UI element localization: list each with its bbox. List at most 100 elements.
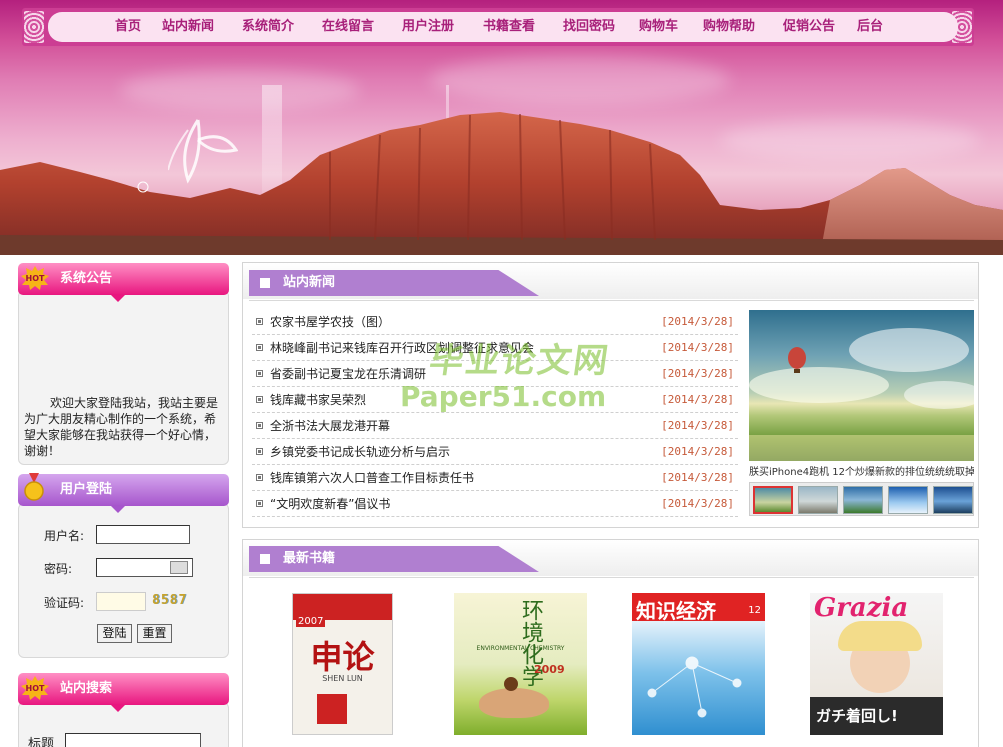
login-title: 用户登陆: [60, 482, 113, 497]
news-item[interactable]: 省委副书记夏宝龙在乐清调研 [2014/3/28]: [252, 361, 738, 387]
login-header: 用户登陆: [18, 473, 229, 513]
cover-headline: ガチ着回し!: [816, 707, 898, 725]
book-cover[interactable]: Grazia ガチ着回し!: [810, 593, 943, 735]
search-input[interactable]: [65, 733, 201, 747]
bullet-icon: [256, 448, 263, 455]
cover-title: 知识经济: [636, 599, 716, 623]
username-label: 用户名:: [44, 529, 85, 543]
book-cover[interactable]: 环境化学 ENVIRONMENTAL CHEMISTRY 2009: [454, 593, 587, 735]
header-pointer: [110, 505, 126, 513]
svg-text:HOT: HOT: [26, 684, 45, 693]
search-title: 站内搜索: [60, 681, 113, 696]
cover-year: 2009: [534, 663, 565, 676]
news-item[interactable]: 全浙书法大展龙港开幕 [2014/3/28]: [252, 413, 738, 439]
cover-title: 申论: [310, 638, 375, 676]
reset-button[interactable]: 重置: [137, 624, 172, 643]
news-item-title[interactable]: 全浙书法大展龙港开幕: [270, 413, 390, 439]
bullet-icon: [256, 396, 263, 403]
header-banner: 首页 站内新闻 系统简介 在线留言 用户注册 书籍查看 找回密码 购物车 购物帮…: [0, 0, 1003, 255]
news-item-title[interactable]: 钱库藏书家吴荣烈: [270, 387, 366, 413]
balloon-landscape-image: [749, 328, 974, 461]
news-title: 站内新闻: [283, 275, 336, 290]
medal-icon: [24, 473, 44, 501]
books-title: 最新书籍: [283, 551, 336, 566]
cover-title: Grazia: [814, 593, 909, 623]
nav-about[interactable]: 系统简介: [242, 12, 294, 42]
news-item[interactable]: 乡镇党委书记成长轨迹分析与启示 [2014/3/28]: [252, 439, 738, 465]
news-item[interactable]: 钱库藏书家吴荣烈 [2014/3/28]: [252, 387, 738, 413]
books-header: 最新书籍: [249, 546, 539, 572]
nav-promotions[interactable]: 促销公告: [783, 12, 835, 42]
news-item-title[interactable]: 省委副书记夏宝龙在乐清调研: [270, 361, 426, 387]
captcha-image[interactable]: 8587: [152, 593, 187, 608]
nav-news[interactable]: 站内新闻: [162, 12, 214, 42]
header-pointer: [110, 704, 126, 712]
news-item-date: [2014/3/28]: [661, 419, 734, 432]
news-item[interactable]: 农家书屋学农技（图） [2014/3/28]: [252, 309, 738, 335]
news-item-date: [2014/3/28]: [661, 341, 734, 354]
captcha-input[interactable]: [96, 592, 146, 611]
bullet-icon: [256, 500, 263, 507]
news-item[interactable]: 林晓峰副书记来钱库召开行政区划调整征求意见会 [2014/3/28]: [252, 335, 738, 361]
header-pointer: [110, 294, 126, 302]
news-item-title[interactable]: 农家书屋学农技（图）: [270, 309, 390, 335]
notice-header: HOT 系统公告: [18, 263, 229, 302]
news-item-date: [2014/3/28]: [661, 367, 734, 380]
news-item-date: [2014/3/28]: [661, 315, 734, 328]
square-bullet-icon: [260, 278, 270, 288]
cover-hands: [479, 688, 549, 718]
divider: [249, 300, 974, 301]
slideshow-caption[interactable]: 朕买iPhone4跑机 12个炒爆新款的排位统统统取掉: [749, 463, 974, 478]
bullet-icon: [256, 370, 263, 377]
cover-subtitle: ENVIRONMENTAL CHEMISTRY: [476, 645, 565, 652]
search-header: HOT 站内搜索: [18, 673, 229, 712]
login-button[interactable]: 登陆: [97, 624, 132, 643]
news-item-title[interactable]: 乡镇党委书记成长轨迹分析与启示: [270, 439, 450, 465]
thumbnail[interactable]: [888, 486, 928, 514]
thumbnail[interactable]: [753, 486, 793, 514]
nav-admin[interactable]: 后台: [857, 12, 883, 42]
bullet-icon: [256, 318, 263, 325]
nav-books[interactable]: 书籍查看: [483, 12, 535, 42]
captcha-label: 验证码:: [44, 596, 85, 610]
main-nav: 首页 站内新闻 系统简介 在线留言 用户注册 书籍查看 找回密码 购物车 购物帮…: [48, 12, 958, 42]
search-field-label: 标题: [28, 737, 55, 747]
cover-soil: [504, 677, 518, 691]
book-cover[interactable]: 2007 申论 SHEN LUN: [292, 593, 393, 735]
network-graphic: [647, 656, 742, 718]
username-input[interactable]: [96, 525, 190, 544]
slideshow-image[interactable]: [749, 310, 974, 461]
divider: [249, 577, 974, 578]
news-item-date: [2014/3/28]: [661, 471, 734, 484]
keyboard-icon[interactable]: [170, 561, 188, 574]
cloud: [430, 55, 730, 105]
nav-help[interactable]: 购物帮助: [703, 12, 755, 42]
hot-icon: HOT: [21, 266, 49, 290]
thumbnail[interactable]: [933, 486, 973, 514]
news-item-date: [2014/3/28]: [661, 497, 734, 510]
news-item-date: [2014/3/28]: [661, 393, 734, 406]
news-item-title[interactable]: 林晓峰副书记来钱库召开行政区划调整征求意见会: [270, 335, 534, 361]
thumbnail[interactable]: [843, 486, 883, 514]
thumbnail[interactable]: [798, 486, 838, 514]
book-cover[interactable]: 知识经济 12: [632, 593, 765, 735]
nav-recover-password[interactable]: 找回密码: [563, 12, 615, 42]
news-item[interactable]: 钱库镇第六次人口普查工作目标责任书 [2014/3/28]: [252, 465, 738, 491]
notice-text: 欢迎大家登陆我站，我站主要是为广大朋友精心制作的一个系统，希望大家能够在我站获得…: [24, 396, 219, 458]
news-item-title[interactable]: 钱库镇第六次人口普查工作目标责任书: [270, 465, 474, 491]
mountain-landscape: [0, 112, 1003, 255]
nav-cart[interactable]: 购物车: [639, 12, 678, 42]
cover-hair: [838, 621, 922, 651]
news-item-title[interactable]: “文明欢度新春”倡议书: [270, 491, 390, 517]
nav-register[interactable]: 用户注册: [402, 12, 454, 42]
bullet-icon: [256, 344, 263, 351]
svg-text:HOT: HOT: [26, 274, 45, 283]
cover-seal: [317, 694, 347, 724]
nav-guestbook[interactable]: 在线留言: [322, 12, 374, 42]
news-header: 站内新闻: [249, 270, 539, 296]
nav-home[interactable]: 首页: [115, 12, 141, 42]
news-item[interactable]: “文明欢度新春”倡议书 [2014/3/28]: [252, 491, 738, 517]
cover-year: 2007: [296, 616, 326, 627]
hot-icon: HOT: [21, 676, 49, 700]
password-label: 密码:: [44, 562, 73, 576]
